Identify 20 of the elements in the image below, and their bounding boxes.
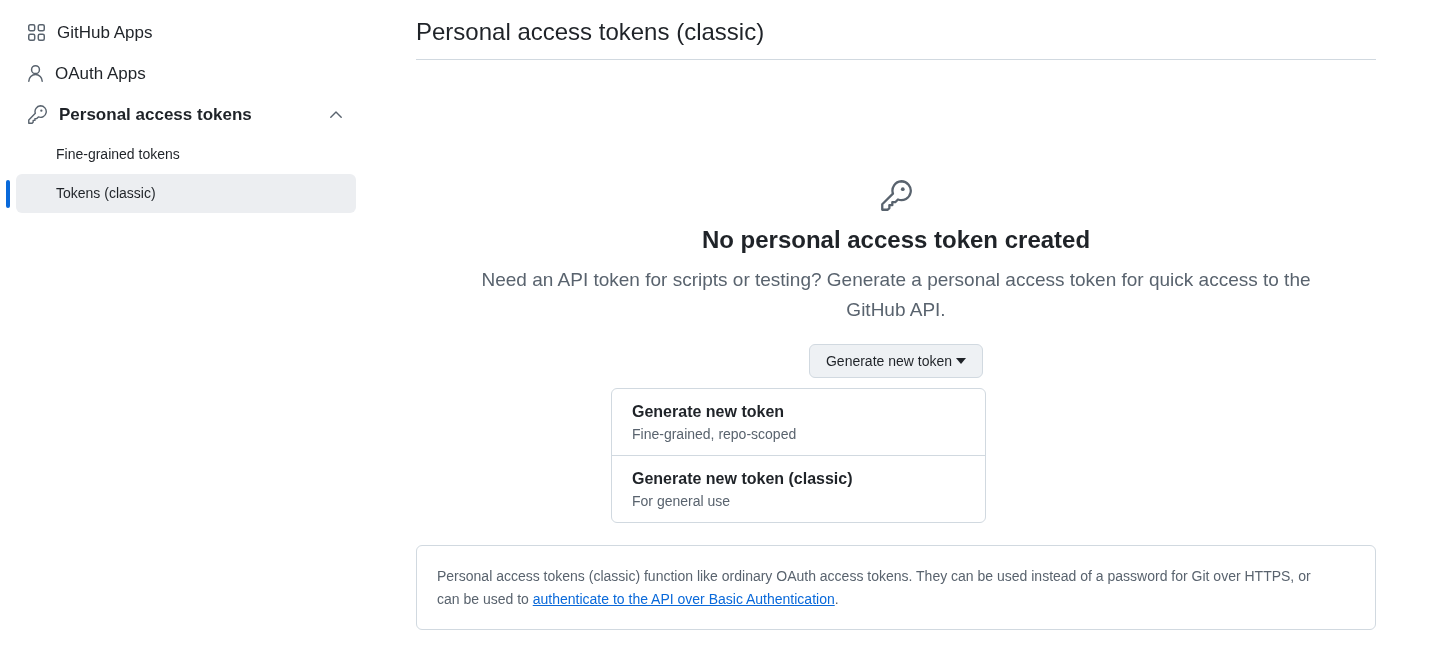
generate-token-button[interactable]: Generate new token [808,344,984,378]
sidebar-item[interactable]: GitHub Apps [16,12,356,53]
chevron-up-icon [330,111,342,118]
grid-icon [28,24,45,41]
page-title: Personal access tokens (classic) [416,17,766,47]
person-icon [28,65,43,82]
menu-item[interactable]: Generate new token (classic) For general use [612,456,985,522]
menu-item[interactable]: Generate new token Fine-grained, repo-scoped [612,389,985,455]
info-text: Personal access tokens (classic) function like ordinary OAuth access tokens. They can be used instead of a password for Git over HTTPS, or can be used to authenticate to the API over Basic Authentication. [437,567,1312,609]
sidebar-subitem[interactable]: Fine-grained tokens [16,135,356,174]
empty-state-description: Need an API token for scripts or testing? Generate a personal access token for quick access to the GitHub API. [480,268,1312,322]
empty-state-heading: No personal access token created [701,225,1091,255]
key-icon [28,105,47,124]
sidebar-item[interactable]: OAuth Apps [16,53,356,94]
sidebar-subitem[interactable]: Tokens (classic) [16,174,356,213]
selected-indicator [6,179,10,208]
caret-down-icon [956,358,967,364]
basic-auth-link[interactable]: authenticate to the API over Basic Authentication [532,591,835,607]
sidebar-item[interactable]: Personal access tokens [16,94,356,135]
key-icon [880,180,912,211]
